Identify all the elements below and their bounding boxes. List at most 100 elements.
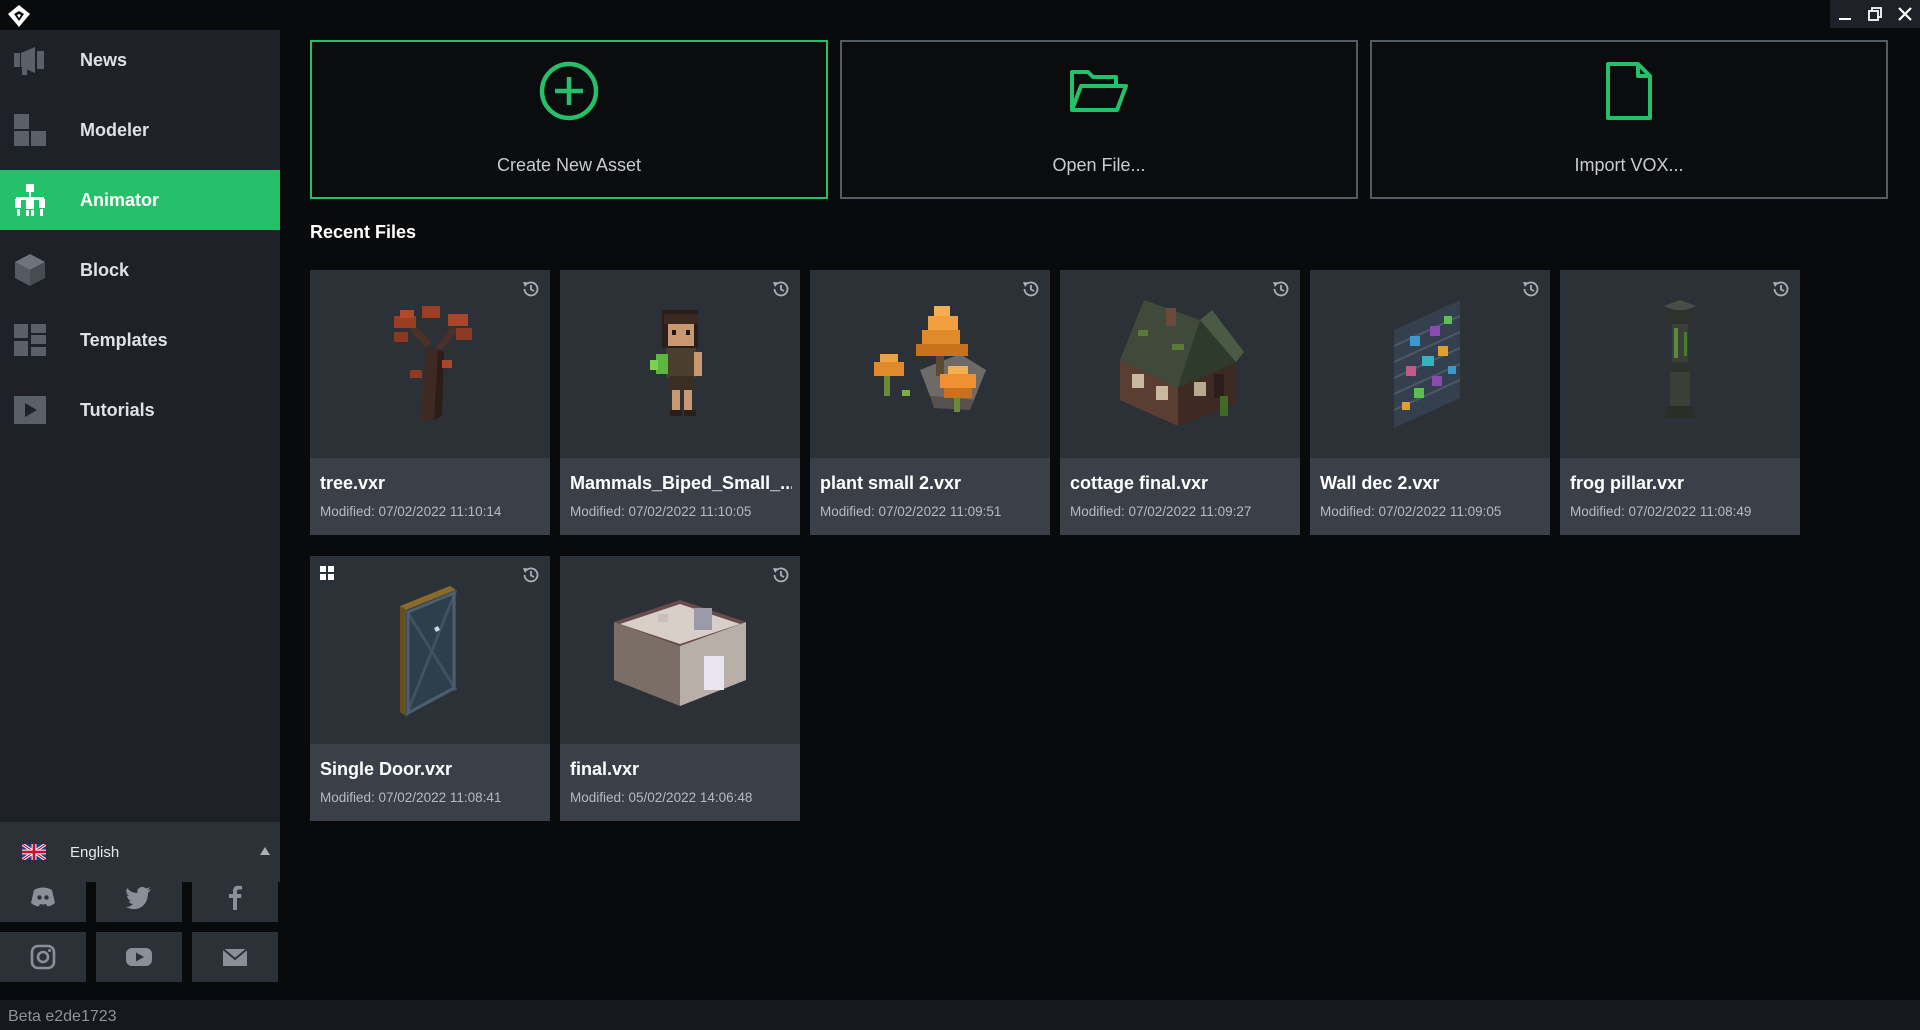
- recent-file-card[interactable]: Single Door.vxr Modified: 07/02/2022 11:…: [310, 556, 550, 821]
- file-name: plant small 2.vxr: [820, 473, 962, 493]
- facebook-icon: [229, 885, 242, 910]
- file-modified: Modified: 07/02/2022 11:09:51: [820, 504, 1002, 519]
- mail-icon: [222, 948, 248, 966]
- instagram-button[interactable]: [0, 932, 86, 982]
- open-file-button[interactable]: Open File...: [840, 40, 1358, 199]
- file-name: frog pillar.vxr: [1570, 473, 1685, 493]
- file-modified: Modified: 05/02/2022 14:06:48: [570, 790, 753, 805]
- wall-decoration-model-thumbnail: [1393, 300, 1461, 428]
- file-thumbnail: [560, 556, 800, 744]
- character-model-thumbnail: [650, 310, 702, 416]
- sidebar-item-label: Tutorials: [80, 399, 155, 420]
- twitter-icon: [126, 886, 151, 910]
- import-vox-button[interactable]: Import VOX...: [1370, 40, 1888, 199]
- rig-icon: [13, 183, 47, 217]
- plus-circle-icon: [539, 61, 599, 121]
- megaphone-icon: [13, 43, 47, 77]
- language-label: English: [70, 843, 120, 861]
- youtube-icon: [126, 948, 152, 966]
- version-label: Beta e2de1723: [8, 1008, 117, 1025]
- restore-button[interactable]: [1860, 0, 1890, 28]
- sidebar-item-label: Modeler: [80, 119, 150, 140]
- history-icon[interactable]: [771, 279, 791, 299]
- sidebar-item-modeler[interactable]: Modeler: [0, 100, 280, 160]
- app-logo-icon: [8, 5, 30, 27]
- modeler-icon: [13, 113, 47, 147]
- file-thumbnail: [1310, 270, 1550, 458]
- minimize-icon: [1839, 18, 1851, 20]
- recent-file-card[interactable]: plant small 2.vxr Modified: 07/02/2022 1…: [810, 270, 1050, 535]
- recent-file-card[interactable]: final.vxr Modified: 05/02/2022 14:06:48: [560, 556, 800, 821]
- file-name: cottage final.vxr: [1070, 473, 1209, 493]
- file-thumbnail: [310, 556, 550, 744]
- history-icon[interactable]: [521, 565, 541, 585]
- window-controls: [1830, 0, 1920, 28]
- tree-model-thumbnail: [394, 306, 472, 420]
- door-model-thumbnail: [400, 586, 458, 717]
- sidebar-item-label: Block: [80, 259, 130, 280]
- minimize-button[interactable]: [1830, 0, 1860, 28]
- cottage-model-thumbnail: [1120, 300, 1244, 426]
- file-thumbnail: [310, 270, 550, 458]
- file-name: final.vxr: [570, 759, 640, 779]
- caret-up-icon: [260, 847, 270, 855]
- sidebar-item-block[interactable]: Block: [0, 240, 280, 300]
- discord-icon: [31, 887, 55, 907]
- recent-file-card[interactable]: cottage final.vxr Modified: 07/02/2022 1…: [1060, 270, 1300, 535]
- file-icon: [1606, 62, 1652, 120]
- pillar-model-thumbnail: [1664, 300, 1696, 418]
- create-new-asset-label: Create New Asset: [496, 155, 642, 175]
- file-modified: Modified: 07/02/2022 11:09:27: [1070, 504, 1252, 519]
- create-new-asset-button[interactable]: Create New Asset: [310, 40, 828, 199]
- file-thumbnail: [1060, 270, 1300, 458]
- file-name: tree.vxr: [320, 473, 386, 493]
- templates-icon: [13, 323, 47, 357]
- title-bar: [0, 0, 1920, 30]
- file-modified: Modified: 07/02/2022 11:08:41: [320, 790, 502, 805]
- sidebar-item-label: News: [80, 49, 128, 70]
- recent-file-card[interactable]: Wall dec 2.vxr Modified: 07/02/2022 11:0…: [1310, 270, 1550, 535]
- mail-button[interactable]: [192, 932, 278, 982]
- room-model-thumbnail: [614, 600, 746, 706]
- facebook-button[interactable]: [192, 872, 278, 922]
- history-icon[interactable]: [1521, 279, 1541, 299]
- recent-file-card[interactable]: tree.vxr Modified: 07/02/2022 11:10:14: [310, 270, 550, 535]
- open-file-label: Open File...: [1052, 155, 1146, 175]
- discord-button[interactable]: [0, 872, 86, 922]
- app-window: News Modeler Animator Block Templates Tu…: [0, 0, 1920, 1030]
- history-icon[interactable]: [771, 565, 791, 585]
- status-bar: Beta e2de1723: [0, 1000, 1920, 1030]
- history-icon[interactable]: [521, 279, 541, 299]
- file-thumbnail: [1560, 270, 1800, 458]
- sidebar-item-label: Animator: [80, 189, 160, 210]
- sidebar-item-news[interactable]: News: [0, 30, 280, 90]
- instagram-icon: [30, 944, 56, 970]
- restore-icon: [1868, 7, 1882, 21]
- file-name: Mammals_Biped_Small_...: [570, 473, 792, 493]
- file-modified: Modified: 07/02/2022 11:08:49: [1570, 504, 1752, 519]
- file-modified: Modified: 07/02/2022 11:09:05: [1320, 504, 1502, 519]
- twitter-button[interactable]: [96, 872, 182, 922]
- sidebar-item-label: Templates: [80, 329, 168, 350]
- file-name: Single Door.vxr: [320, 759, 453, 779]
- close-button[interactable]: [1890, 0, 1920, 28]
- folder-open-icon: [1070, 70, 1128, 112]
- play-icon: [13, 393, 47, 427]
- uk-flag-icon: [22, 844, 46, 860]
- plant-model-thumbnail: [874, 306, 986, 412]
- recent-file-card[interactable]: frog pillar.vxr Modified: 07/02/2022 11:…: [1560, 270, 1800, 535]
- file-modified: Modified: 07/02/2022 11:10:14: [320, 504, 502, 519]
- youtube-button[interactable]: [96, 932, 182, 982]
- history-icon[interactable]: [1021, 279, 1041, 299]
- history-icon[interactable]: [1271, 279, 1291, 299]
- sidebar-item-templates[interactable]: Templates: [0, 310, 280, 370]
- file-thumbnail: [560, 270, 800, 458]
- file-name: Wall dec 2.vxr: [1320, 473, 1440, 493]
- recent-file-card[interactable]: Mammals_Biped_Small_... Modified: 07/02/…: [560, 270, 800, 535]
- sidebar: News Modeler Animator Block Templates Tu…: [0, 30, 280, 882]
- cube-icon: [13, 253, 47, 287]
- import-vox-label: Import VOX...: [1574, 155, 1684, 175]
- sidebar-item-animator[interactable]: Animator: [0, 170, 280, 230]
- sidebar-item-tutorials[interactable]: Tutorials: [0, 380, 280, 440]
- history-icon[interactable]: [1771, 279, 1791, 299]
